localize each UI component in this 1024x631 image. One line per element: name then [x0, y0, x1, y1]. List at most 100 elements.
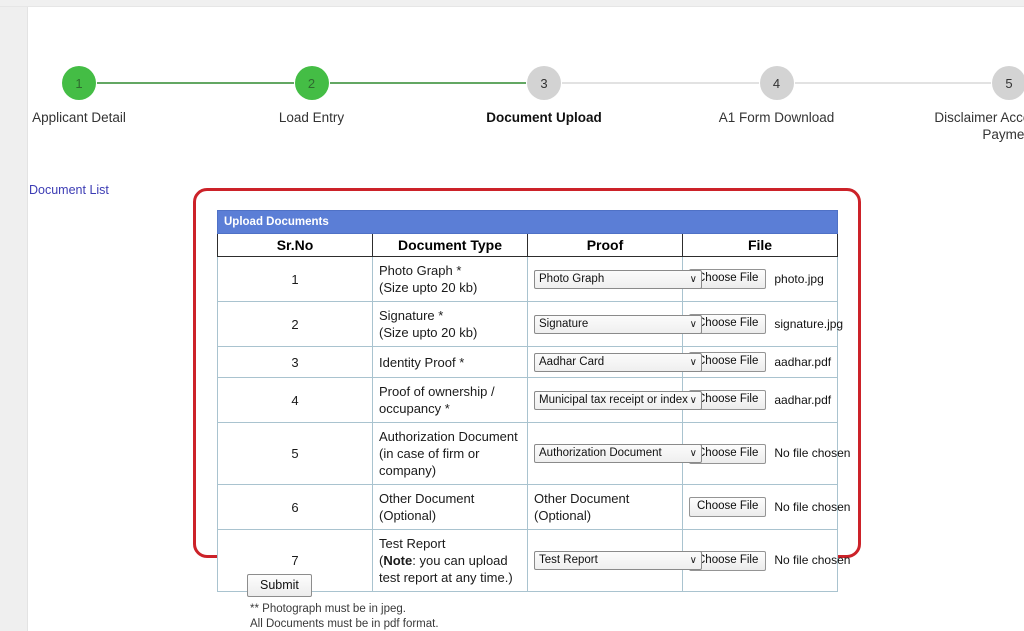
- cell-srno: 5: [217, 422, 373, 485]
- proof-select-value: Test Report: [539, 554, 598, 566]
- column-header-sr-no: Sr.No: [217, 233, 373, 257]
- upload-documents-table: Upload Documents Sr.No Document Type Proof F…: [217, 210, 850, 592]
- cell-srno: 3: [217, 346, 373, 378]
- stepper-connector-3: [562, 82, 759, 84]
- document-type-line-2: (Size upto 20 kb): [379, 325, 478, 340]
- chevron-down-icon: ∨: [689, 318, 697, 330]
- chevron-down-icon: ∨: [689, 356, 697, 368]
- document-type-line-3: company): [379, 463, 437, 478]
- document-type-note: (Note: you can upload: [379, 553, 508, 568]
- document-type-line-1: Photo Graph *: [379, 263, 462, 278]
- page-content: 1 Applicant Detail 2 Load Entry 3 Document Up…: [29, 8, 1024, 631]
- table-row: 3 Identity Proof * Aadhar Card ∨ Choose File…: [217, 346, 838, 378]
- document-list-link[interactable]: Document List: [29, 183, 109, 197]
- file-name-label: aadhar.pdf: [774, 392, 832, 407]
- cell-file: Choose File aadhar.pdf: [682, 377, 838, 423]
- file-input: Choose File photo.jpg: [689, 269, 831, 289]
- stepper-connector-4: [794, 82, 991, 84]
- cell-file: Choose File photo.jpg: [682, 256, 838, 302]
- table-title: Upload Documents: [217, 210, 838, 234]
- document-type-line-2: (Size upto 20 kb): [379, 280, 478, 295]
- chevron-down-icon: ∨: [689, 555, 697, 566]
- stepper-step-1[interactable]: 1 Applicant Detail: [0, 66, 167, 126]
- stepper-circle-3: 3: [527, 66, 561, 100]
- cell-document-type: Other Document (Optional): [372, 484, 528, 530]
- file-input: Choose File aadhar.pdf: [689, 390, 831, 410]
- document-type-note-text: : you can upload: [412, 553, 508, 568]
- cell-srno: 1: [217, 256, 373, 302]
- proof-select[interactable]: Signature ∨: [534, 314, 702, 334]
- cell-document-type: Signature * (Size upto 20 kb): [372, 301, 528, 347]
- table-row: 4 Proof of ownership / occupancy * Municipa…: [217, 377, 838, 423]
- stepper-connector-2: [329, 82, 526, 84]
- proof-select[interactable]: Photo Graph ∨: [534, 269, 702, 289]
- cell-document-type: Proof of ownership / occupancy *: [372, 377, 528, 423]
- cell-file: Choose File aadhar.pdf: [682, 346, 838, 378]
- cell-file: Choose File No file chosen: [682, 529, 850, 592]
- cell-srno: 6: [217, 484, 373, 530]
- stepper-label-5: Disclaimer Acceptance & Payment: [934, 110, 1024, 142]
- table-row: 5 Authorization Document (in case of firm …: [217, 422, 850, 485]
- stepper-label-4: A1 Form Download: [718, 110, 835, 125]
- table-title-row: Upload Documents: [217, 210, 838, 234]
- document-type-line-3: test report at any time.): [379, 570, 513, 585]
- file-name-label: aadhar.pdf: [774, 354, 832, 369]
- stepper-circle-5: 5: [992, 66, 1024, 100]
- file-name-label: photo.jpg: [774, 271, 824, 286]
- cell-file: Choose File signature.jpg: [682, 301, 843, 347]
- top-strip: [0, 0, 1024, 7]
- file-name-label: No file chosen: [774, 553, 851, 567]
- proof-select-value: Municipal tax receipt or index: [539, 393, 688, 406]
- cell-proof: Authorization Document ∨: [527, 422, 702, 485]
- proof-select-value: Signature: [539, 317, 589, 330]
- cell-srno: 2: [217, 301, 373, 347]
- stepper-step-5[interactable]: 5 Disclaimer Acceptance & Payment: [921, 66, 1024, 143]
- stepper-step-2[interactable]: 2 Load Entry: [224, 66, 400, 126]
- file-name-label: No file chosen: [774, 499, 851, 514]
- file-name-label: signature.jpg: [774, 316, 844, 331]
- file-name-label: No file chosen: [774, 446, 851, 460]
- stepper-label-1: Applicant Detail: [32, 110, 126, 125]
- file-input: Choose File No file chosen: [689, 443, 850, 464]
- cell-document-type: Authorization Document (in case of firm o…: [372, 422, 528, 485]
- proof-select[interactable]: Authorization Document ∨: [534, 444, 702, 463]
- cell-file: Choose File No file chosen: [682, 484, 850, 530]
- cell-document-type: Identity Proof *: [372, 346, 528, 378]
- file-input: Choose File No file chosen: [689, 497, 850, 517]
- stepper-step-3[interactable]: 3 Document Upload: [456, 66, 632, 126]
- proof-select[interactable]: Municipal tax receipt or index ∨: [534, 390, 702, 410]
- cell-proof: Signature ∨: [527, 301, 702, 347]
- document-type-line-1: Proof of ownership /: [379, 384, 495, 399]
- table-row: 1 Photo Graph * (Size upto 20 kb) Photo Gra…: [217, 256, 838, 302]
- proof-select[interactable]: Aadhar Card ∨: [534, 352, 702, 372]
- stepper-label-3: Document Upload: [486, 110, 602, 125]
- document-type-line-2: (Optional): [379, 508, 437, 523]
- stepper-label-2: Load Entry: [278, 110, 345, 125]
- proof-select[interactable]: Test Report ∨: [534, 551, 702, 570]
- file-input: Choose File No file chosen: [689, 550, 850, 571]
- chevron-down-icon: ∨: [689, 273, 697, 285]
- cell-proof: Photo Graph ∨: [527, 256, 702, 302]
- file-input: Choose File signature.jpg: [689, 314, 843, 334]
- table-row: 6 Other Document (Optional) Other Document (…: [217, 484, 850, 530]
- stepper-circle-1: 1: [62, 66, 96, 100]
- submit-button[interactable]: Submit: [247, 574, 312, 597]
- chevron-down-icon: ∨: [689, 448, 697, 459]
- document-type-line-1: Identity Proof *: [379, 354, 465, 370]
- choose-file-button[interactable]: Choose File: [689, 497, 767, 517]
- document-type-note-label: Note: [383, 553, 413, 568]
- progress-stepper: 1 Applicant Detail 2 Load Entry 3 Document Up…: [32, 66, 1024, 156]
- cell-proof: Other Document (Optional): [527, 484, 683, 530]
- cell-document-type: Test Report (Note: you can upload test rep…: [372, 529, 528, 592]
- document-type-line-1: Test Report: [379, 536, 446, 551]
- stepper-step-4[interactable]: 4 A1 Form Download: [689, 66, 865, 126]
- format-note: ** Photograph must be in jpeg. All Docum…: [250, 602, 439, 631]
- column-header-proof: Proof: [527, 233, 683, 257]
- proof-text-line-2: (Optional): [534, 508, 592, 523]
- page-root: 1 Applicant Detail 2 Load Entry 3 Document Up…: [0, 0, 1024, 631]
- table-row: 2 Signature * (Size upto 20 kb) Signature ∨ C…: [217, 301, 843, 347]
- proof-select-value: Aadhar Card: [539, 355, 605, 368]
- document-type-line-2: (in case of firm or: [379, 446, 480, 461]
- document-type-line-1: Authorization Document: [379, 429, 518, 444]
- document-type-line-1: Other Document: [379, 491, 475, 506]
